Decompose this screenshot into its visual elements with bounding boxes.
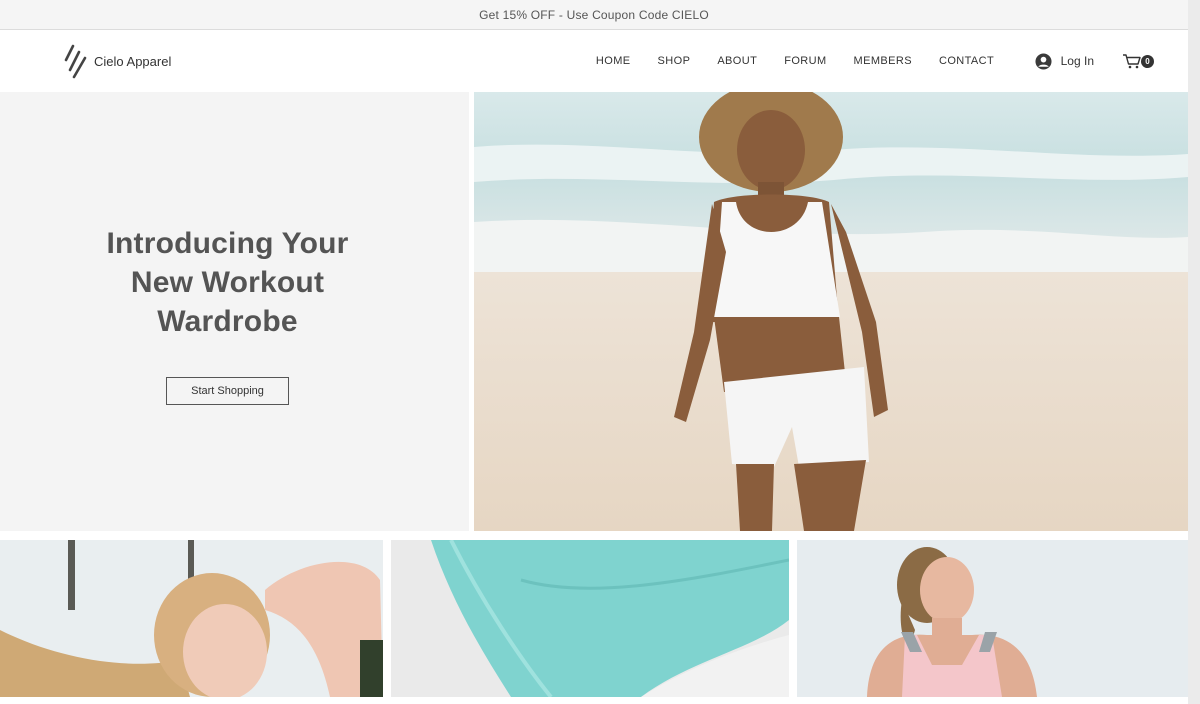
product-tile-fabric-photo[interactable]	[391, 540, 789, 697]
hero-title-line-3: Wardrobe	[157, 305, 298, 338]
brand-logo[interactable]: Cielo Apparel	[64, 43, 171, 79]
brand-name: Cielo Apparel	[94, 53, 172, 69]
cart-count-badge: 0	[1141, 55, 1154, 68]
user-avatar-icon	[1035, 52, 1052, 70]
login-button[interactable]: Log In	[1035, 52, 1094, 70]
start-shopping-button[interactable]: Start Shopping	[166, 377, 289, 405]
hero-beach-photo[interactable]	[474, 92, 1188, 531]
hero-title-line-2: New Workout	[130, 266, 325, 299]
shopping-cart-icon	[1123, 54, 1141, 69]
promo-text: Get 15% OFF - Use Coupon Code CIELO	[479, 7, 709, 22]
login-label: Log In	[1060, 54, 1094, 68]
site-header: Cielo Apparel HOME SHOP ABOUT FORUM MEMB…	[0, 30, 1188, 92]
product-tile-hair-photo[interactable]	[0, 540, 383, 697]
hero-title: Introducing Your New Workout Wardrobe	[0, 224, 455, 341]
main-nav: HOME SHOP ABOUT FORUM MEMBERS CONTACT	[582, 55, 1007, 67]
page: Get 15% OFF - Use Coupon Code CIELO Ciel…	[0, 0, 1188, 704]
hero-panel: Introducing Your New Workout Wardrobe St…	[0, 92, 469, 531]
product-tile-sportswear-photo[interactable]	[797, 540, 1188, 697]
nav-item-home[interactable]: HOME	[582, 55, 644, 67]
cart-button[interactable]: 0	[1122, 53, 1154, 69]
nav-item-forum[interactable]: FORUM	[771, 55, 840, 67]
diagonal-stripes-logo-icon	[64, 44, 87, 79]
nav-item-about[interactable]: ABOUT	[704, 55, 771, 67]
nav-item-members[interactable]: MEMBERS	[840, 55, 925, 67]
nav-item-contact[interactable]: CONTACT	[925, 55, 1007, 67]
promo-banner: Get 15% OFF - Use Coupon Code CIELO	[0, 0, 1188, 30]
nav-item-shop[interactable]: SHOP	[644, 55, 704, 67]
hero-title-line-1: Introducing Your	[106, 227, 349, 260]
